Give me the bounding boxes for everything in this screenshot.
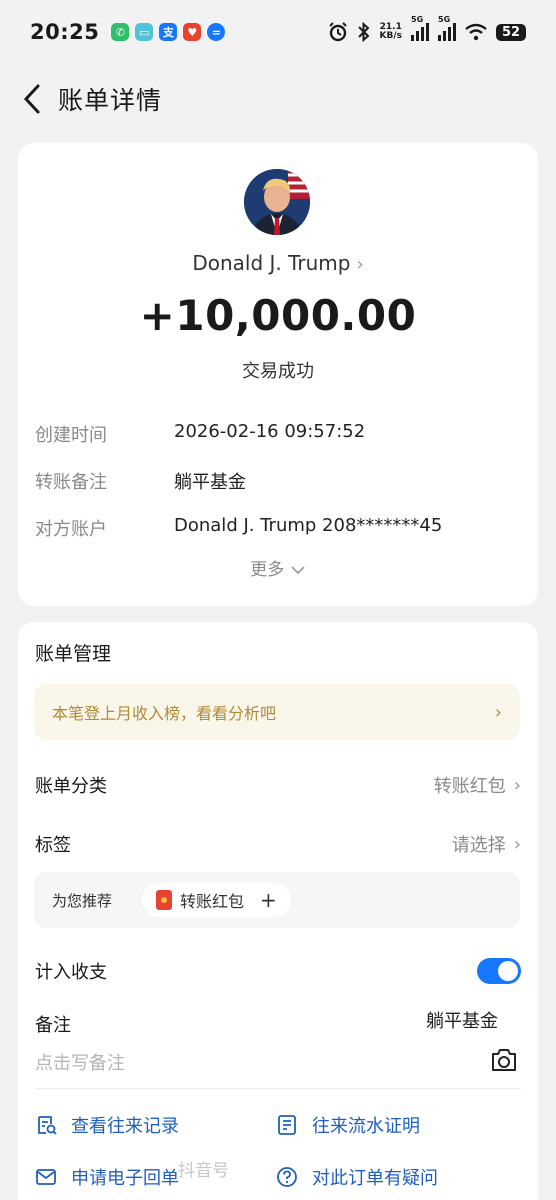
- detail-row-created-time: 创建时间 2026-02-16 09:57:52: [35, 421, 525, 447]
- view-records-label: 查看往来记录: [71, 1116, 179, 1137]
- net-speed-unit: KB/s: [379, 31, 402, 41]
- chevron-right-icon: ›: [513, 774, 521, 796]
- bill-category-row[interactable]: 账单分类 转账红包 ›: [35, 772, 521, 798]
- document-proof-icon: [278, 1115, 296, 1135]
- bill-management-card: 账单管理 本笔登上月收入榜，看看分析吧 › 账单分类 转账红包 › 标签 请选择 ›…: [18, 622, 538, 1200]
- transaction-card: Donald J. Trump › +10,000.00 交易成功 创建时间 20…: [18, 143, 538, 606]
- tag-value: 请选择: [451, 835, 506, 856]
- detail-label: 创建时间: [35, 425, 107, 446]
- avatar-image: [244, 169, 310, 235]
- status-indicators: 21.1 KB/s 5G 5G 52: [328, 15, 526, 42]
- watermark: 抖音号: [178, 1161, 229, 1181]
- count-in-income-row: 计入收支: [35, 958, 521, 984]
- count-in-toggle[interactable]: [477, 958, 521, 984]
- chevron-right-icon: ›: [356, 254, 364, 275]
- mail-icon: [36, 1169, 56, 1185]
- remark-label: 备注: [35, 1015, 71, 1036]
- e-receipt-button[interactable]: 申请电子回单: [35, 1164, 179, 1190]
- detail-value: 2026-02-16 09:57:52: [174, 421, 366, 442]
- tag-label: 标签: [35, 835, 71, 856]
- transaction-status: 交易成功: [242, 361, 314, 382]
- order-question-label: 对此订单有疑问: [312, 1168, 438, 1189]
- detail-label: 转账备注: [35, 472, 107, 493]
- health-app-icon: ♥: [183, 23, 202, 41]
- detail-value: 躺平基金: [174, 472, 246, 493]
- signal-2-icon: 5G: [438, 15, 456, 41]
- e-receipt-label: 申请电子回单: [71, 1168, 179, 1189]
- title-bar: 账单详情: [0, 70, 556, 128]
- chevron-right-icon: ›: [494, 701, 502, 723]
- page-title: 账单详情: [58, 86, 163, 115]
- chevron-left-icon: [23, 84, 40, 114]
- red-packet-icon: [156, 890, 173, 910]
- records-search-icon: [38, 1116, 57, 1135]
- wifi-icon: [465, 23, 487, 41]
- detail-label: 对方账户: [35, 519, 107, 540]
- bluetooth-icon: [357, 22, 369, 42]
- transaction-amount: +10,000.00: [139, 291, 417, 340]
- plus-icon: +: [260, 888, 277, 912]
- view-records-button[interactable]: 查看往来记录: [35, 1112, 179, 1138]
- order-question-button[interactable]: 对此订单有疑问: [276, 1164, 438, 1190]
- tag-row[interactable]: 标签 请选择 ›: [35, 831, 521, 857]
- chevron-down-icon: [291, 566, 305, 575]
- remark-value: 躺平基金: [426, 1011, 498, 1032]
- detail-value: Donald J. Trump 208*******45: [174, 515, 443, 536]
- recommended-tag-chip[interactable]: 转账红包 +: [142, 883, 291, 917]
- payee-link[interactable]: Donald J. Trump ›: [18, 251, 538, 275]
- camera-icon[interactable]: [490, 1047, 518, 1073]
- avatar[interactable]: [244, 169, 310, 235]
- flow-proof-label: 往来流水证明: [312, 1116, 420, 1137]
- signal-2-label: 5G: [438, 15, 451, 24]
- question-icon: [277, 1167, 297, 1187]
- category-value: 转账红包: [433, 776, 506, 797]
- alarm-icon: [328, 22, 347, 42]
- detail-row-transfer-note: 转账备注 躺平基金: [35, 468, 525, 494]
- chip-label: 转账红包: [180, 892, 245, 911]
- signal-1-icon: 5G: [411, 15, 429, 41]
- divider: [35, 1088, 521, 1089]
- count-in-label: 计入收支: [35, 962, 107, 983]
- status-time: 20:25: [30, 20, 100, 44]
- promo-text: 本笔登上月收入榜，看看分析吧: [52, 704, 277, 723]
- recommend-label: 为您推荐: [52, 891, 113, 910]
- signal-1-label: 5G: [411, 15, 424, 24]
- battery-indicator: 52: [496, 23, 526, 41]
- section-title: 账单管理: [35, 643, 112, 665]
- more-button[interactable]: 更多: [18, 555, 538, 580]
- chat-app-icon: =: [207, 23, 226, 41]
- payee-name: Donald J. Trump: [192, 251, 351, 275]
- tag-recommendation-box: 为您推荐 转账红包 +: [34, 872, 520, 928]
- income-ranking-banner[interactable]: 本笔登上月收入榜，看看分析吧 ›: [34, 684, 520, 740]
- flow-proof-button[interactable]: 往来流水证明: [276, 1112, 420, 1138]
- alipay-app-icon: 支: [159, 23, 178, 41]
- remark-input[interactable]: 点击写备注: [35, 1049, 125, 1075]
- status-bar: 20:25 ✆ ▭ 支 ♥ = 21.1 KB/s 5G 5G 52: [0, 0, 556, 64]
- status-app-icons: ✆ ▭ 支 ♥ =: [111, 23, 226, 41]
- back-button[interactable]: [12, 79, 52, 119]
- phone-app-icon: ✆: [111, 23, 130, 41]
- detail-row-counterparty-account: 对方账户 Donald J. Trump 208*******45: [35, 515, 525, 541]
- category-label: 账单分类: [35, 776, 107, 797]
- more-label: 更多: [250, 560, 285, 580]
- network-speed: 21.1 KB/s: [380, 23, 402, 41]
- message-app-icon: ▭: [135, 23, 154, 41]
- chevron-right-icon: ›: [513, 833, 521, 855]
